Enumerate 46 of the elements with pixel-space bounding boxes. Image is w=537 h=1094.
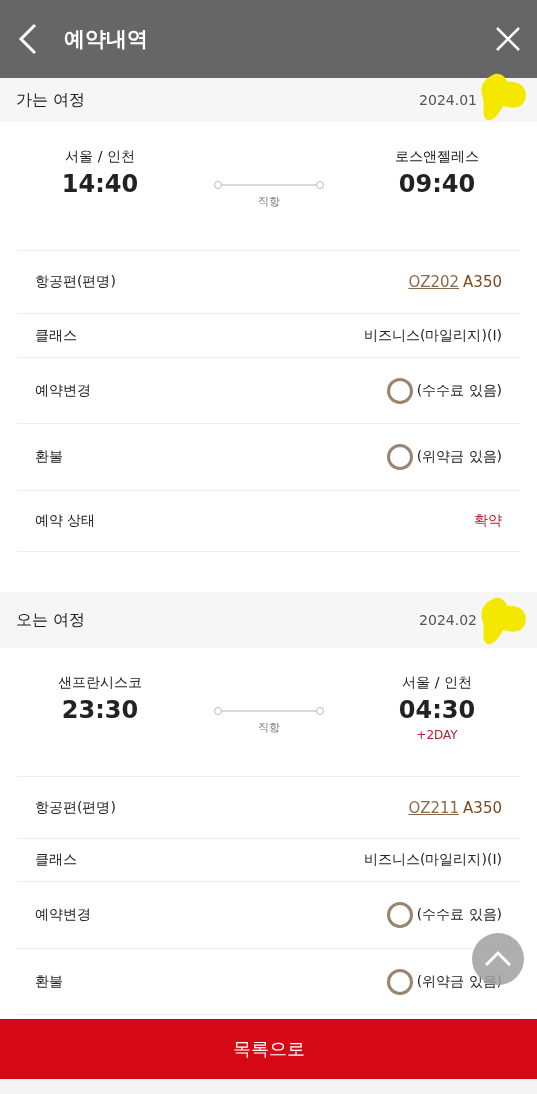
row-label: 예약변경 [35, 906, 91, 924]
flight-number-link[interactable]: OZ211 [408, 798, 460, 817]
row-label: 예약 상태 [35, 512, 96, 530]
arrival-time: 04:30 [398, 696, 476, 724]
journey-date: 2024.01 [419, 92, 477, 108]
back-icon[interactable] [18, 23, 38, 55]
radio-button[interactable] [386, 377, 413, 404]
radio-button[interactable] [386, 902, 413, 928]
row-label: 클래스 [35, 851, 77, 869]
section-title: 가는 여정 [16, 89, 86, 111]
route-line-icon [212, 180, 325, 190]
arrival-city: 서울 / 인천 [402, 674, 472, 692]
arrival-city: 로스앤젤레스 [395, 148, 479, 166]
journey-date: 2024.02 [419, 612, 477, 628]
row-value: (수수료 있음) [416, 906, 502, 924]
row-label: 환불 [35, 448, 63, 466]
arrival-time: 09:40 [398, 170, 476, 198]
row-value: (수수료 있음) [416, 381, 502, 400]
chevron-up-icon [483, 950, 513, 968]
row-label: 예약변경 [35, 381, 91, 400]
radio-button[interactable] [386, 444, 413, 470]
departure-time: 23:30 [61, 696, 139, 724]
departure-city: 샌프란시스코 [58, 674, 142, 692]
departure-city: 서울 / 인천 [65, 148, 135, 166]
aircraft-type: A350 [463, 273, 502, 291]
flight-number-link[interactable]: OZ202 [408, 273, 460, 291]
section-title: 오는 여정 [16, 609, 86, 631]
route-type: 직항 [257, 720, 280, 735]
row-value: (위약금 있음) [416, 448, 502, 466]
page-title: 예약내역 [64, 26, 149, 53]
row-value: (위약금 있음) [416, 972, 502, 991]
row-label: 클래스 [35, 326, 77, 345]
close-icon[interactable] [495, 26, 521, 52]
departure-time: 14:40 [61, 170, 139, 198]
row-label: 환불 [35, 972, 63, 991]
row-value: 비즈니스(마일리지)(I) [364, 851, 502, 869]
back-to-list-button[interactable]: 목록으로 [0, 1019, 537, 1079]
status-value: 확약 [474, 512, 502, 530]
route-line-icon [212, 706, 325, 716]
aircraft-type: A350 [463, 798, 502, 817]
row-label: 항공편(편명) [35, 798, 116, 817]
route-type: 직항 [257, 194, 280, 209]
radio-button[interactable] [386, 968, 413, 995]
day-offset: +2DAY [416, 728, 458, 742]
row-label: 항공편(편명) [35, 273, 116, 291]
row-value: 비즈니스(마일리지)(I) [364, 326, 502, 345]
